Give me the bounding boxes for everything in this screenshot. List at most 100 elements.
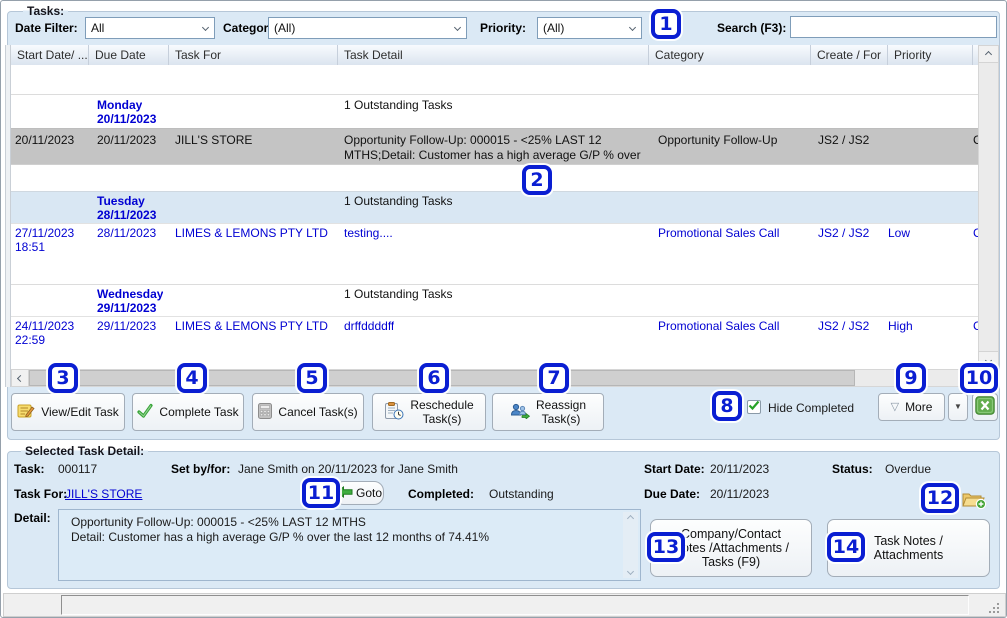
cell-start-date: 24/11/2023	[15, 319, 74, 333]
cell-task-for: LIMES & LEMONS PTY LTD	[175, 226, 328, 240]
column-header-due-date[interactable]: Due Date	[89, 45, 169, 65]
table-row-selected[interactable]: 20/11/2023 20/11/2023 JILL'S STORE Oppor…	[11, 128, 978, 165]
chevron-up-icon	[627, 515, 634, 522]
tasks-window: Tasks: Date Filter: All Category: (All) …	[0, 0, 1007, 618]
clipboard-clock-icon	[384, 402, 404, 423]
column-header-task-for[interactable]: Task For	[169, 45, 338, 65]
callout-1: 1	[651, 9, 681, 39]
checkmark-icon	[748, 400, 760, 414]
view-edit-task-button[interactable]: View/Edit Task	[11, 393, 125, 431]
callout-2: 2	[522, 165, 552, 195]
chevron-left-icon	[16, 374, 23, 381]
date-filter-select[interactable]: All	[85, 17, 215, 39]
green-check-icon	[137, 403, 153, 422]
detail-textarea-scrollbar[interactable]	[623, 512, 638, 578]
reschedule-task-button[interactable]: RescheduleTask(s)	[372, 393, 486, 431]
group-row-wednesday[interactable]: Wednesday 29/11/2023 1 Outstanding Tasks	[11, 284, 978, 316]
detail-textarea[interactable]: Opportunity Follow-Up: 000015 - <25% LAS…	[58, 509, 641, 581]
more-button[interactable]: ▽ More	[878, 393, 945, 421]
table-row[interactable]: 24/11/2023 22:59 29/11/2023 LIMES & LEMO…	[11, 316, 978, 347]
cell-detail-line1: drffddddff	[344, 319, 394, 333]
down-triangle-icon: ▽	[891, 402, 899, 413]
task-label: Task:	[14, 462, 44, 476]
chevron-down-icon	[627, 568, 634, 575]
chevron-up-icon	[985, 50, 992, 57]
scroll-up-button[interactable]	[978, 45, 999, 63]
date-filter-label: Date Filter:	[15, 21, 78, 35]
folder-plus-icon	[961, 488, 987, 513]
tasks-groupbox-title: Tasks:	[23, 4, 68, 18]
cell-priority: High	[888, 319, 913, 333]
search-label: Search (F3):	[717, 21, 786, 35]
category-select[interactable]: (All)	[268, 17, 467, 39]
callout-8: 8	[712, 391, 742, 421]
detail-label: Detail:	[14, 511, 51, 525]
priority-select[interactable]: (All)	[537, 17, 642, 39]
export-excel-button[interactable]	[972, 393, 998, 421]
callout-9: 9	[896, 363, 926, 393]
group-date: 28/11/2023	[97, 208, 156, 222]
scroll-left-button[interactable]	[11, 369, 29, 387]
column-header-start-date[interactable]: Start Date/ ...	[11, 45, 89, 65]
open-attachments-folder-button[interactable]	[959, 487, 989, 513]
start-date-label: Start Date:	[644, 462, 705, 476]
goto-button[interactable]: Goto	[334, 481, 384, 505]
status-value: Overdue	[885, 462, 931, 476]
hide-completed-checkbox[interactable]	[747, 400, 761, 414]
resize-grip[interactable]	[997, 603, 999, 605]
cell-due-date: 29/11/2023	[97, 319, 156, 333]
group-day: Wednesday	[97, 287, 163, 301]
callout-13: 13	[647, 532, 685, 562]
group-date: 29/11/2023	[97, 301, 156, 315]
group-count: 1 Outstanding Tasks	[344, 194, 453, 208]
cancel-task-button[interactable]: Cancel Task(s)	[252, 393, 364, 431]
reassign-task-label: ReassignTask(s)	[536, 398, 586, 426]
group-date: 20/11/2023	[97, 112, 156, 126]
cell-category: Opportunity Follow-Up	[658, 133, 777, 147]
completed-value: Outstanding	[489, 487, 554, 501]
search-input[interactable]	[790, 16, 997, 38]
complete-task-label: Complete Task	[159, 405, 238, 419]
date-filter-value: All	[91, 21, 104, 35]
reschedule-task-label: RescheduleTask(s)	[410, 398, 473, 426]
company-contact-notes-label: Company/Contact Notes /Attachments / Tas…	[673, 527, 789, 569]
vertical-scrollbar[interactable]	[978, 45, 999, 369]
green-spreadsheet-icon	[975, 396, 995, 418]
chevron-down-icon	[202, 24, 209, 31]
group-row-tuesday[interactable]: Tuesday 28/11/2023 1 Outstanding Tasks	[11, 191, 978, 223]
cell-create-for: JS2 / JS2	[818, 226, 869, 240]
column-header-task-detail[interactable]: Task Detail	[338, 45, 649, 65]
callout-14: 14	[827, 532, 865, 562]
callout-5: 5	[297, 363, 327, 393]
category-value: (All)	[274, 21, 295, 35]
complete-task-button[interactable]: Complete Task	[132, 393, 244, 431]
group-row-monday[interactable]: Monday 20/11/2023 1 Outstanding Tasks	[11, 94, 978, 128]
column-header-priority[interactable]: Priority	[888, 45, 973, 65]
group-count: 1 Outstanding Tasks	[344, 98, 453, 112]
dropdown-arrow-icon: ▼	[954, 400, 962, 414]
callout-11: 11	[302, 478, 340, 508]
set-by-for-value: Jane Smith on 20/11/2023 for Jane Smith	[238, 462, 458, 476]
cell-task-for: LIMES & LEMONS PTY LTD	[175, 319, 328, 333]
cell-category: Promotional Sales Call	[658, 319, 779, 333]
hide-completed-label: Hide Completed	[768, 401, 854, 415]
more-dropdown-button[interactable]: ▼	[948, 393, 968, 421]
reassign-task-button[interactable]: ReassignTask(s)	[492, 393, 604, 431]
column-header-category[interactable]: Category	[649, 45, 811, 65]
detail-text-line1: Opportunity Follow-Up: 000015 - <25% LAS…	[71, 515, 366, 529]
cell-task-for: JILL'S STORE	[175, 133, 252, 147]
status-bar-panel	[61, 595, 969, 615]
chevron-down-icon	[454, 24, 461, 31]
chevron-down-icon	[629, 24, 636, 31]
task-for-link[interactable]: JILL'S STORE	[65, 487, 142, 501]
selected-task-detail-title: Selected Task Detail:	[21, 444, 148, 458]
callout-4: 4	[177, 363, 207, 393]
due-date-value: 20/11/2023	[710, 487, 769, 501]
due-date-label: Due Date:	[644, 487, 700, 501]
cell-create-for: JS2 / JS2	[818, 133, 869, 147]
callout-10: 10	[960, 363, 998, 393]
table-row[interactable]: 27/11/2023 18:51 28/11/2023 LIMES & LEMO…	[11, 223, 978, 254]
column-header-create-for[interactable]: Create / For	[811, 45, 888, 65]
cell-start-time: 22:59	[15, 333, 45, 347]
status-label: Status:	[832, 462, 873, 476]
